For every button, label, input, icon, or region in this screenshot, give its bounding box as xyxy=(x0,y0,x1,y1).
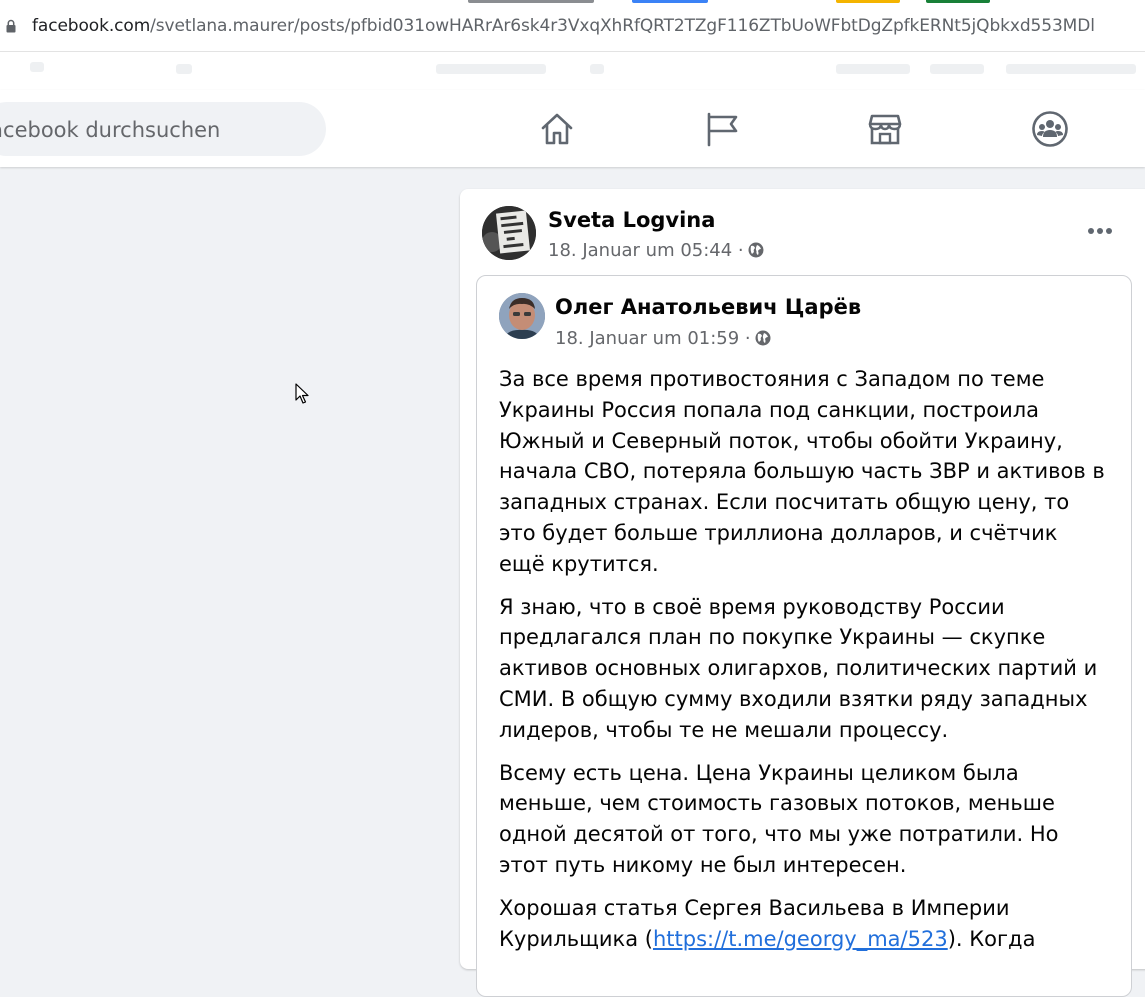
tab-indicator xyxy=(468,0,594,3)
bookmark-item[interactable] xyxy=(590,64,604,74)
url-path: /svetlana.maurer/posts/pfbid031owHARrAr6… xyxy=(150,16,1095,36)
pages-flag-icon[interactable] xyxy=(704,110,742,148)
url-host: facebook.com xyxy=(32,16,151,36)
post-paragraph: За все время противостояния с Западом по… xyxy=(499,367,1105,576)
bookmark-item[interactable] xyxy=(836,64,910,74)
avatar-photo xyxy=(482,206,536,260)
search-input[interactable]: Facebook durchsuchen xyxy=(0,102,326,156)
groups-icon[interactable] xyxy=(1031,110,1069,148)
home-icon[interactable] xyxy=(538,110,576,148)
avatar[interactable] xyxy=(499,293,545,339)
url-text[interactable]: facebook.com/svetlana.maurer/posts/pfbid… xyxy=(32,16,1095,36)
tab-indicator xyxy=(632,0,708,3)
bookmark-item[interactable] xyxy=(30,62,44,72)
tab-indicator xyxy=(926,0,990,3)
lock-icon xyxy=(6,19,16,33)
post-body: За все время противостояния с Западом по… xyxy=(499,364,1109,966)
more-options-icon[interactable] xyxy=(1086,219,1114,243)
post-author-name[interactable]: Sveta Logvina xyxy=(548,208,715,232)
bookmark-item[interactable] xyxy=(1006,64,1136,74)
post-card: Sveta Logvina 18. Januar um 05:44 · Олег… xyxy=(460,189,1145,997)
bookmark-item[interactable] xyxy=(930,64,984,74)
shared-post: Олег Анатольевич Царёв 18. Januar um 01:… xyxy=(476,275,1132,997)
shared-timestamp[interactable]: 18. Januar um 01:59 · xyxy=(555,328,771,349)
mouse-cursor-icon xyxy=(295,383,309,404)
marketplace-icon[interactable] xyxy=(866,110,904,148)
bookmark-item[interactable] xyxy=(176,64,192,74)
shared-date: 18. Januar um 01:59 · xyxy=(555,328,751,349)
search-placeholder: Facebook durchsuchen xyxy=(0,118,221,142)
avatar-photo xyxy=(499,293,545,339)
globe-icon xyxy=(748,242,764,258)
bookmark-item[interactable] xyxy=(436,64,546,74)
post-date: 18. Januar um 05:44 · xyxy=(548,240,744,261)
post-paragraph: Я знаю, что в своё время руководству Рос… xyxy=(499,594,1098,742)
post-paragraph: Хорошая статья Сергея Васильева в Импери… xyxy=(499,893,1109,955)
telegram-link[interactable]: https://t.me/georgy_ma/523 xyxy=(653,927,948,951)
avatar[interactable] xyxy=(482,206,536,260)
facebook-header: Facebook durchsuchen xyxy=(0,90,1145,167)
tab-indicator xyxy=(836,0,900,3)
globe-icon xyxy=(755,330,771,346)
post-paragraph: Всему есть цена. Цена Украины целиком бы… xyxy=(499,760,1059,877)
bookmarks-bar xyxy=(0,52,1145,90)
shared-author-name[interactable]: Олег Анатольевич Царёв xyxy=(555,295,861,319)
post-timestamp[interactable]: 18. Januar um 05:44 · xyxy=(548,240,764,261)
paragraph-text: ). Когда xyxy=(947,926,1036,951)
browser-address-bar[interactable]: facebook.com/svetlana.maurer/posts/pfbid… xyxy=(0,0,1145,52)
